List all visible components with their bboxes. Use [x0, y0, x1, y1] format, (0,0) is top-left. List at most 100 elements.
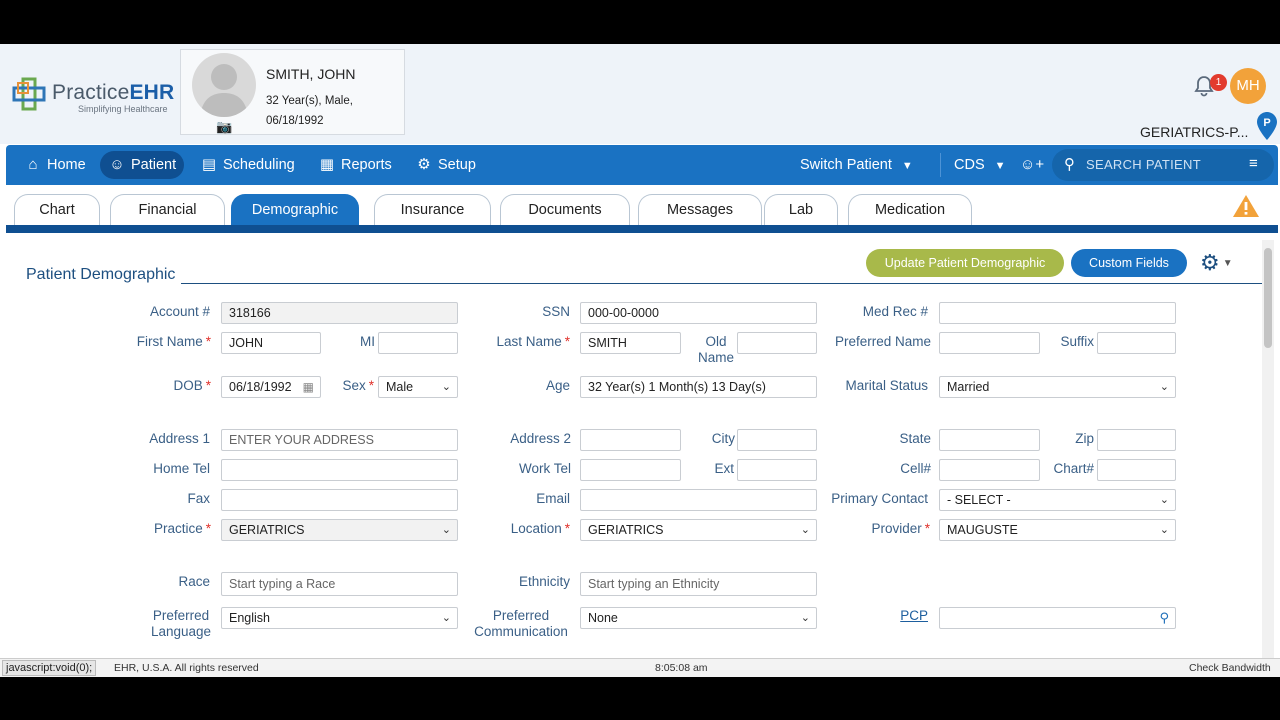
ext-field[interactable]	[737, 459, 817, 481]
pcp-link[interactable]: PCP	[880, 608, 928, 623]
mi-label: MI	[360, 334, 375, 349]
cell-field[interactable]	[939, 459, 1040, 481]
cell-label: Cell#	[900, 461, 931, 476]
chevron-down-icon: ⌄	[1159, 381, 1169, 393]
home-tel-label: Home Tel	[153, 461, 210, 476]
med-rec-field[interactable]	[939, 302, 1176, 324]
add-patient-button[interactable]: ☺+	[1012, 151, 1051, 179]
preferred-communication-select[interactable]: None ⌄	[580, 607, 817, 629]
tab-documents[interactable]: Documents	[500, 194, 630, 226]
nav-home[interactable]: ⌂ Home	[16, 151, 94, 179]
preferred-communication-label: Preferred Communication	[474, 608, 568, 639]
marital-status-label: Marital Status	[845, 378, 928, 393]
state-label: State	[899, 431, 931, 446]
camera-icon[interactable]: 📷	[216, 119, 232, 135]
last-name-field[interactable]: SMITH	[580, 332, 681, 354]
state-field[interactable]	[939, 429, 1040, 451]
dob-label: DOB *	[173, 378, 211, 393]
patient-age-sex: 32 Year(s), Male,	[266, 95, 353, 107]
dob-field[interactable]: 06/18/1992 ▦	[221, 376, 321, 398]
chevron-down-icon: ⌄	[800, 612, 810, 624]
city-label: City	[711, 431, 735, 446]
chart-number-field[interactable]	[1097, 459, 1176, 481]
suffix-field[interactable]	[1097, 332, 1176, 354]
work-tel-field[interactable]	[580, 459, 681, 481]
scroll-thumb[interactable]	[1264, 248, 1272, 348]
ssn-field[interactable]: 000-00-0000	[580, 302, 817, 324]
custom-fields-button[interactable]: Custom Fields	[1071, 249, 1187, 277]
preferred-language-select[interactable]: English ⌄	[221, 607, 458, 629]
calendar-icon[interactable]: ▦	[303, 377, 314, 397]
search-icon: ⚲	[1064, 156, 1075, 173]
pcp-field[interactable]: ⚲	[939, 607, 1176, 629]
ethnicity-field[interactable]: Start typing an Ethnicity	[580, 572, 817, 596]
sex-label: Sex *	[342, 378, 374, 393]
nav-setup[interactable]: ⚙ Setup	[407, 151, 484, 179]
settings-gear-icon[interactable]: ⚙ ▼	[1200, 249, 1246, 277]
nav-patient[interactable]: ☺ Patient	[100, 151, 185, 179]
home-tel-field[interactable]	[221, 459, 458, 481]
user-icon: ☺	[109, 156, 125, 173]
marital-status-select[interactable]: Married ⌄	[939, 376, 1176, 398]
ext-label: Ext	[714, 461, 734, 476]
race-label: Race	[178, 574, 210, 589]
current-location-label[interactable]: GERIATRICS-P...	[1140, 124, 1248, 140]
chevron-down-icon: ⌄	[441, 612, 451, 624]
svg-text:P: P	[1263, 117, 1270, 129]
practice-ehr-logo[interactable]: PracticeEHR Simplifying Healthcare	[12, 77, 175, 117]
preferred-name-field[interactable]	[939, 332, 1040, 354]
nav-reports[interactable]: ▦ Reports	[310, 151, 400, 179]
search-icon[interactable]: ⚲	[1159, 608, 1169, 628]
provider-label: Provider *	[871, 521, 930, 536]
chart-number-label: Chart#	[1053, 461, 1094, 476]
provider-select[interactable]: MAUGUSTE ⌄	[939, 519, 1176, 541]
practice-select[interactable]: GERIATRICS ⌄	[221, 519, 458, 541]
check-bandwidth-link[interactable]: Check Bandwidth	[1189, 662, 1271, 674]
tab-messages[interactable]: Messages	[638, 194, 762, 226]
section-divider	[26, 283, 1262, 284]
warning-icon[interactable]	[1232, 194, 1260, 218]
zip-field[interactable]	[1097, 429, 1176, 451]
chevron-down-icon: ⌄	[441, 524, 451, 536]
ssn-label: SSN	[542, 304, 570, 319]
address1-label: Address 1	[149, 431, 210, 446]
mi-field[interactable]	[378, 332, 458, 354]
ethnicity-label: Ethnicity	[518, 574, 570, 589]
sex-select[interactable]: Male ⌄	[378, 376, 458, 398]
cds-dropdown[interactable]: CDS ▼	[946, 151, 1014, 179]
tab-underline	[6, 225, 1278, 233]
switch-patient-dropdown[interactable]: Switch Patient ▼	[792, 151, 921, 179]
address1-field[interactable]: ENTER YOUR ADDRESS	[221, 429, 458, 451]
status-bar: javascript:void(0); EHR, U.S.A. All righ…	[0, 658, 1280, 677]
tab-demographic[interactable]: Demographic	[231, 194, 359, 226]
nav-divider	[940, 153, 941, 177]
work-tel-label: Work Tel	[518, 461, 571, 476]
tab-lab[interactable]: Lab	[764, 194, 838, 226]
logo-text: PracticeEHR	[52, 81, 175, 104]
update-patient-demographic-button[interactable]: Update Patient Demographic	[866, 249, 1064, 277]
primary-contact-select[interactable]: - SELECT - ⌄	[939, 489, 1176, 511]
user-avatar[interactable]: MH	[1230, 68, 1266, 104]
city-field[interactable]	[737, 429, 817, 451]
search-patient-placeholder: SEARCH PATIENT	[1086, 157, 1201, 172]
account-number-field[interactable]: 318166	[221, 302, 458, 324]
tab-financial[interactable]: Financial	[110, 194, 225, 226]
race-field[interactable]: Start typing a Race	[221, 572, 458, 596]
tab-insurance[interactable]: Insurance	[374, 194, 491, 226]
med-rec-label: Med Rec #	[862, 304, 928, 319]
location-pin-icon[interactable]: P	[1257, 112, 1277, 140]
nav-scheduling[interactable]: ▤ Scheduling	[192, 151, 303, 179]
age-field[interactable]: 32 Year(s) 1 Month(s) 13 Day(s)	[580, 376, 817, 398]
tab-chart[interactable]: Chart	[14, 194, 100, 226]
page-scrollbar[interactable]	[1262, 240, 1274, 658]
email-field[interactable]	[580, 489, 817, 511]
caret-down-icon: ▼	[1222, 258, 1233, 270]
fax-field[interactable]	[221, 489, 458, 511]
tab-medication[interactable]: Medication	[848, 194, 972, 226]
address2-field[interactable]	[580, 429, 681, 451]
old-name-field[interactable]	[737, 332, 817, 354]
location-select[interactable]: GERIATRICS ⌄	[580, 519, 817, 541]
search-patient-box[interactable]: ⚲ SEARCH PATIENT ≡	[1052, 149, 1274, 181]
filter-sliders-icon[interactable]: ≡	[1249, 155, 1258, 172]
first-name-field[interactable]: JOHN	[221, 332, 321, 354]
